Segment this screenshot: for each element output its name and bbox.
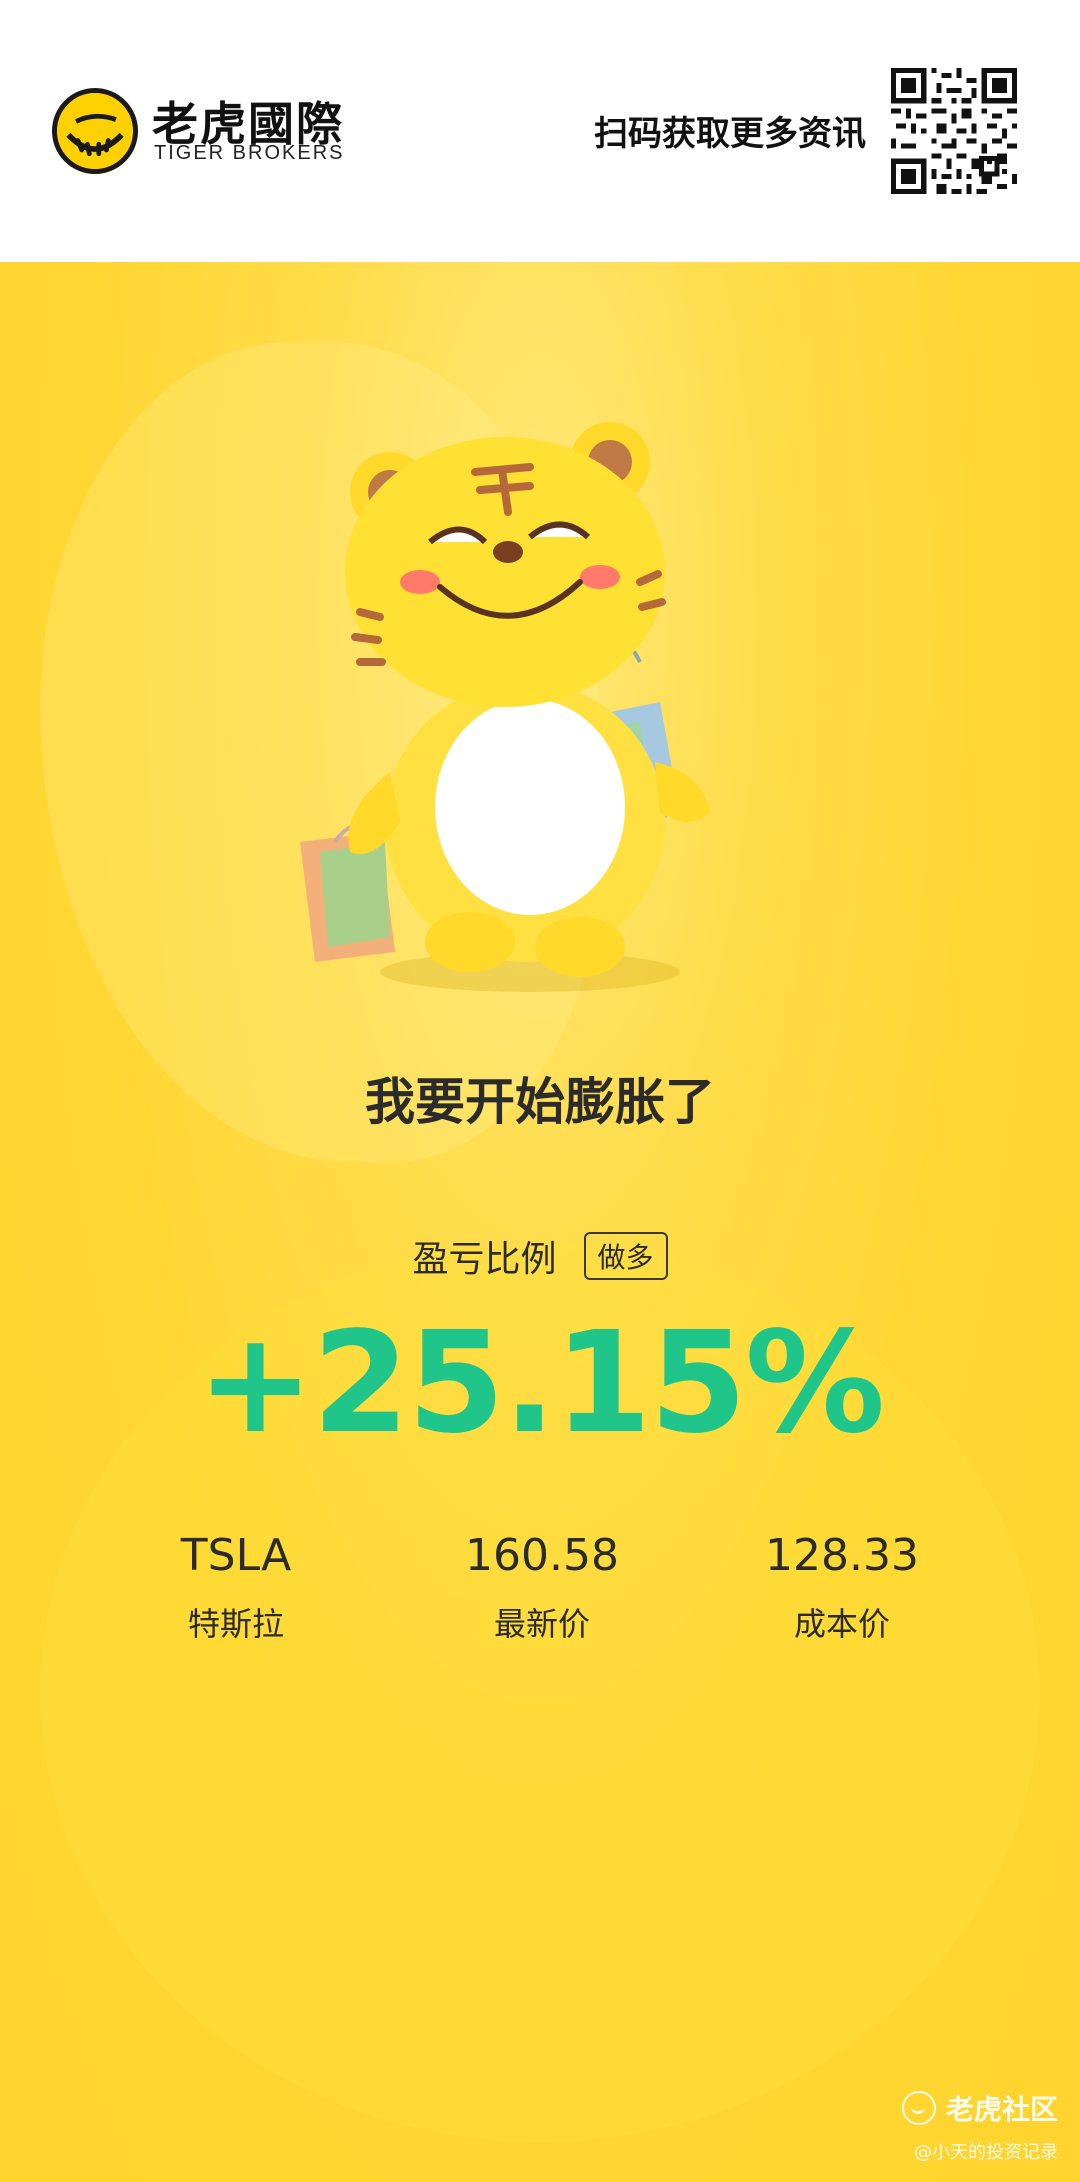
scan-prompt: 扫码获取更多资讯	[594, 114, 866, 154]
watermark-title: 老虎社区	[945, 2093, 1058, 2126]
cost-price-label: 成本价	[793, 1605, 890, 1643]
tiger-logo-icon	[52, 88, 138, 174]
brand-name-en: TIGER BROKERS	[154, 142, 345, 164]
profit-card: 我要开始膨胀了 盈亏比例 做多 +25.15% TSLA 特斯拉 160.58 …	[0, 262, 1080, 2182]
headline-text: 我要开始膨胀了	[365, 1073, 715, 1131]
share-header: 老虎國際 TIGER BROKERS 扫码获取更多资讯	[0, 0, 1080, 262]
cost-price-value: 128.33	[765, 1530, 919, 1581]
stock-name: 特斯拉	[187, 1605, 284, 1643]
profit-ratio-label: 盈亏比例	[412, 1239, 557, 1280]
qr-code-icon[interactable]	[891, 68, 1017, 194]
community-watermark: 老虎社区 @小天的投资记录	[901, 2088, 1058, 2164]
latest-price-label: 最新价	[493, 1605, 590, 1643]
latest-price-value: 160.58	[465, 1530, 619, 1581]
position-direction-badge: 做多	[583, 1232, 668, 1280]
community-logo-icon	[901, 2091, 936, 2125]
stock-stat-ticker: TSLA 特斯拉	[86, 1530, 386, 1645]
stock-stat-latest-price: 160.58 最新价	[392, 1530, 692, 1645]
profit-ratio-row: 盈亏比例 做多	[0, 1230, 1080, 1282]
tiger-mascot-illustration	[280, 412, 780, 1002]
profit-percent-value: +25.15%	[196, 1302, 885, 1465]
stock-stat-cost-price: 128.33 成本价	[692, 1530, 992, 1645]
watermark-author: @小天的投资记录	[914, 2142, 1058, 2163]
stock-ticker: TSLA	[180, 1530, 292, 1581]
